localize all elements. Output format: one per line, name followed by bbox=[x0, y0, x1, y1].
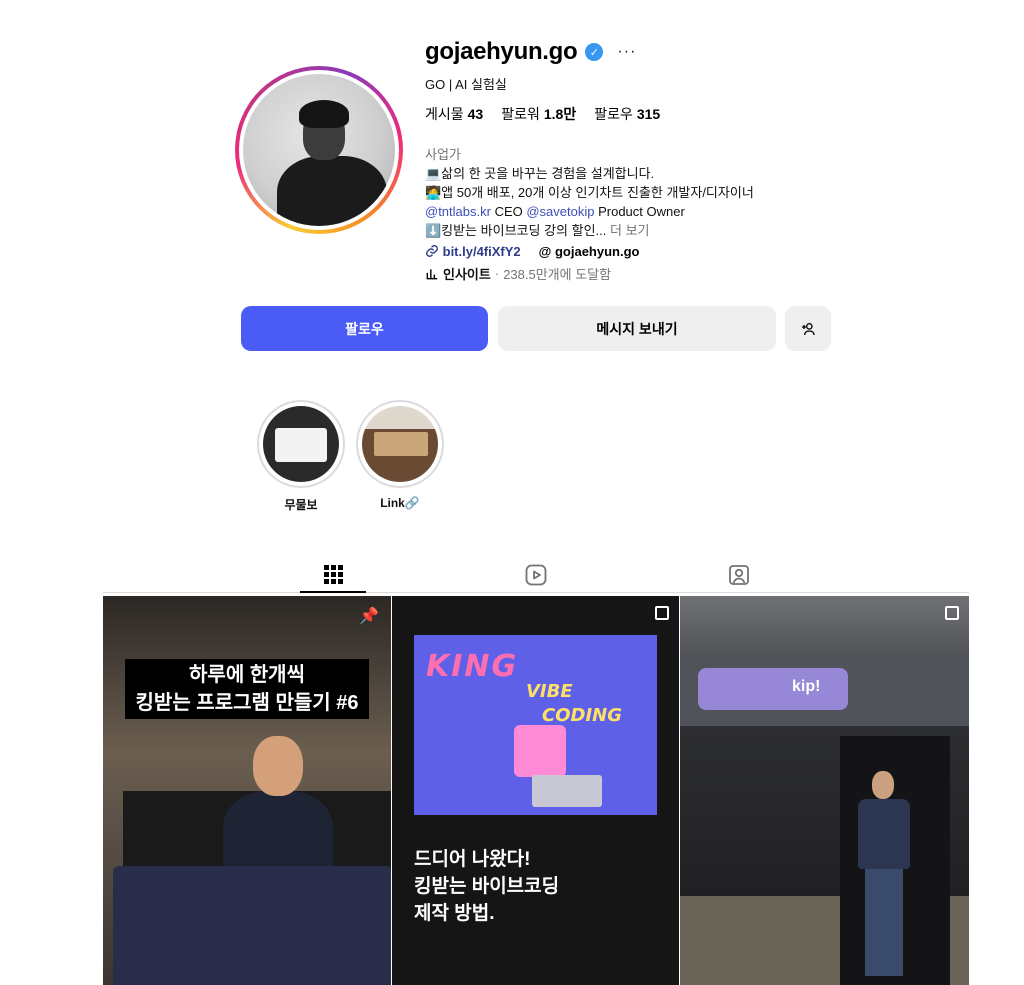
post-tile[interactable]: KING VIBE CODING 드디어 나왔다! 킹받는 바이브코딩 제작 방… bbox=[392, 596, 679, 985]
highlight-item[interactable]: 무물보 bbox=[256, 400, 346, 513]
bio-line: ⬇️킹받는 바이브코딩 강의 할인... 더 보기 bbox=[425, 221, 754, 240]
add-user-icon bbox=[802, 322, 815, 335]
caption-line: 드디어 나왔다! bbox=[414, 849, 531, 870]
highlight-label: 무물보 bbox=[284, 498, 318, 512]
post-title-line: 킹받는 프로그램 만들기 #6 bbox=[135, 692, 359, 714]
post-caption-overlay: 드디어 나왔다! 킹받는 바이브코딩 제작 방법. bbox=[414, 846, 559, 927]
followers-count: 1.8만 bbox=[543, 106, 577, 122]
post-image-person-head bbox=[872, 771, 894, 799]
highlight-cover bbox=[263, 406, 339, 482]
insight-row[interactable]: 인사이트 · 238.5만개에 도달함 bbox=[425, 264, 611, 283]
insight-value: 238.5만개에 도달함 bbox=[503, 267, 612, 282]
artwork-laptop bbox=[532, 775, 602, 807]
tab-tagged[interactable] bbox=[706, 557, 772, 593]
post-artwork: KING VIBE CODING bbox=[414, 635, 657, 815]
bio-line: 🧑‍💻앱 50개 배포, 20개 이상 인기차트 진출한 개발자/디자이너 bbox=[425, 185, 754, 200]
username-row: gojaehyun.go ✓ ··· bbox=[425, 38, 636, 66]
post-image-person-vest bbox=[858, 799, 910, 869]
bio-text: CEO bbox=[490, 204, 527, 219]
link-url: bit.ly/4fiXfY2 bbox=[442, 244, 521, 259]
more-options-icon[interactable]: ··· bbox=[617, 43, 636, 61]
post-image-person-legs bbox=[865, 866, 903, 976]
caption-line: 제작 방법. bbox=[414, 903, 495, 924]
username: gojaehyun.go bbox=[425, 38, 578, 65]
verified-badge-icon: ✓ bbox=[585, 43, 604, 61]
artwork-title-vibe: VIBE bbox=[526, 681, 573, 702]
threads-icon: @ bbox=[538, 244, 552, 259]
carousel-icon bbox=[655, 606, 669, 620]
chart-icon bbox=[426, 268, 438, 279]
bio-more-link[interactable]: 더 보기 bbox=[606, 223, 650, 238]
tab-posts[interactable] bbox=[300, 557, 366, 593]
mention-link[interactable]: @tntlabs.kr bbox=[425, 204, 491, 219]
post-image-sign bbox=[698, 668, 848, 710]
suggest-user-button[interactable] bbox=[785, 306, 831, 351]
link-icon bbox=[426, 245, 438, 257]
follow-button[interactable]: 팔로우 bbox=[241, 306, 488, 351]
caption-line: 킹받는 바이브코딩 bbox=[414, 876, 560, 897]
highlight-cover bbox=[362, 406, 438, 482]
message-button[interactable]: 메시지 보내기 bbox=[498, 306, 776, 351]
bio-line: 💻삶의 한 곳을 바꾸는 경험을 설계합니다. bbox=[425, 166, 655, 181]
following-label: 팔로우 bbox=[594, 106, 633, 122]
highlight-ring bbox=[257, 400, 345, 488]
post-image-laptop bbox=[113, 866, 391, 985]
reels-icon bbox=[525, 564, 547, 586]
insight-separator: · bbox=[494, 266, 500, 281]
post-image-person-head bbox=[253, 736, 303, 796]
avatar bbox=[243, 74, 395, 226]
tagged-icon bbox=[729, 565, 749, 585]
threads-link[interactable]: @ gojaehyun.go bbox=[539, 244, 640, 259]
posts-label: 게시물 bbox=[425, 106, 464, 122]
pinned-icon: 📌 bbox=[359, 608, 379, 625]
insight-label: 인사이트 bbox=[443, 267, 491, 282]
following-stat[interactable]: 팔로우 315 bbox=[594, 104, 660, 124]
artwork-title-coding: CODING bbox=[542, 705, 622, 726]
tab-reels[interactable] bbox=[503, 557, 569, 593]
highlight-ring bbox=[356, 400, 444, 488]
sign-text: kip! bbox=[792, 678, 821, 695]
carousel-icon bbox=[945, 606, 959, 620]
mention-link[interactable]: @savetokip bbox=[526, 204, 594, 219]
post-tile[interactable]: 하루에 한개씩 킹받는 프로그램 만들기 #6 📌 bbox=[103, 596, 391, 985]
avatar-figure-body bbox=[277, 156, 387, 226]
grid-icon bbox=[323, 564, 343, 584]
following-count: 315 bbox=[636, 106, 661, 122]
avatar-frame bbox=[239, 70, 399, 230]
artwork-character bbox=[514, 725, 566, 777]
highlight-cover-card bbox=[275, 428, 327, 462]
posts-count: 43 bbox=[467, 106, 484, 122]
profile-category: 사업가 bbox=[425, 147, 461, 162]
post-title-line: 하루에 한개씩 bbox=[189, 664, 305, 686]
profile-bio: 💻삶의 한 곳을 바꾸는 경험을 설계합니다. 🧑‍💻앱 50개 배포, 20개… bbox=[425, 164, 754, 240]
artwork-title-king: KING bbox=[426, 649, 519, 684]
profile-stats: 게시물 43 팔로워 1.8만 팔로우 315 bbox=[425, 104, 660, 124]
avatar-figure-hair bbox=[299, 100, 349, 128]
profile-fullname: GO | AI 실험실 bbox=[425, 77, 507, 92]
threads-handle: gojaehyun.go bbox=[554, 244, 640, 259]
profile-links: bit.ly/4fiXfY2 @ gojaehyun.go bbox=[425, 244, 639, 259]
post-tile[interactable]: kip! bbox=[680, 596, 969, 985]
highlight-item[interactable]: Link🔗 bbox=[355, 400, 445, 510]
followers-stat[interactable]: 팔로워 1.8만 bbox=[501, 104, 576, 124]
highlight-cover-card bbox=[374, 432, 428, 456]
posts-stat: 게시물 43 bbox=[425, 104, 483, 124]
highlight-label: Link🔗 bbox=[380, 496, 420, 510]
external-link[interactable]: bit.ly/4fiXfY2 bbox=[425, 244, 521, 259]
post-title-overlay: 하루에 한개씩 킹받는 프로그램 만들기 #6 bbox=[125, 659, 369, 719]
followers-label: 팔로워 bbox=[501, 106, 540, 122]
bio-text: Product Owner bbox=[594, 204, 685, 219]
bio-text: ⬇️킹받는 바이브코딩 강의 할인... bbox=[425, 223, 607, 238]
profile-avatar-ring[interactable] bbox=[235, 66, 403, 234]
bio-line: @tntlabs.kr CEO @savetokip Product Owner bbox=[425, 202, 754, 221]
